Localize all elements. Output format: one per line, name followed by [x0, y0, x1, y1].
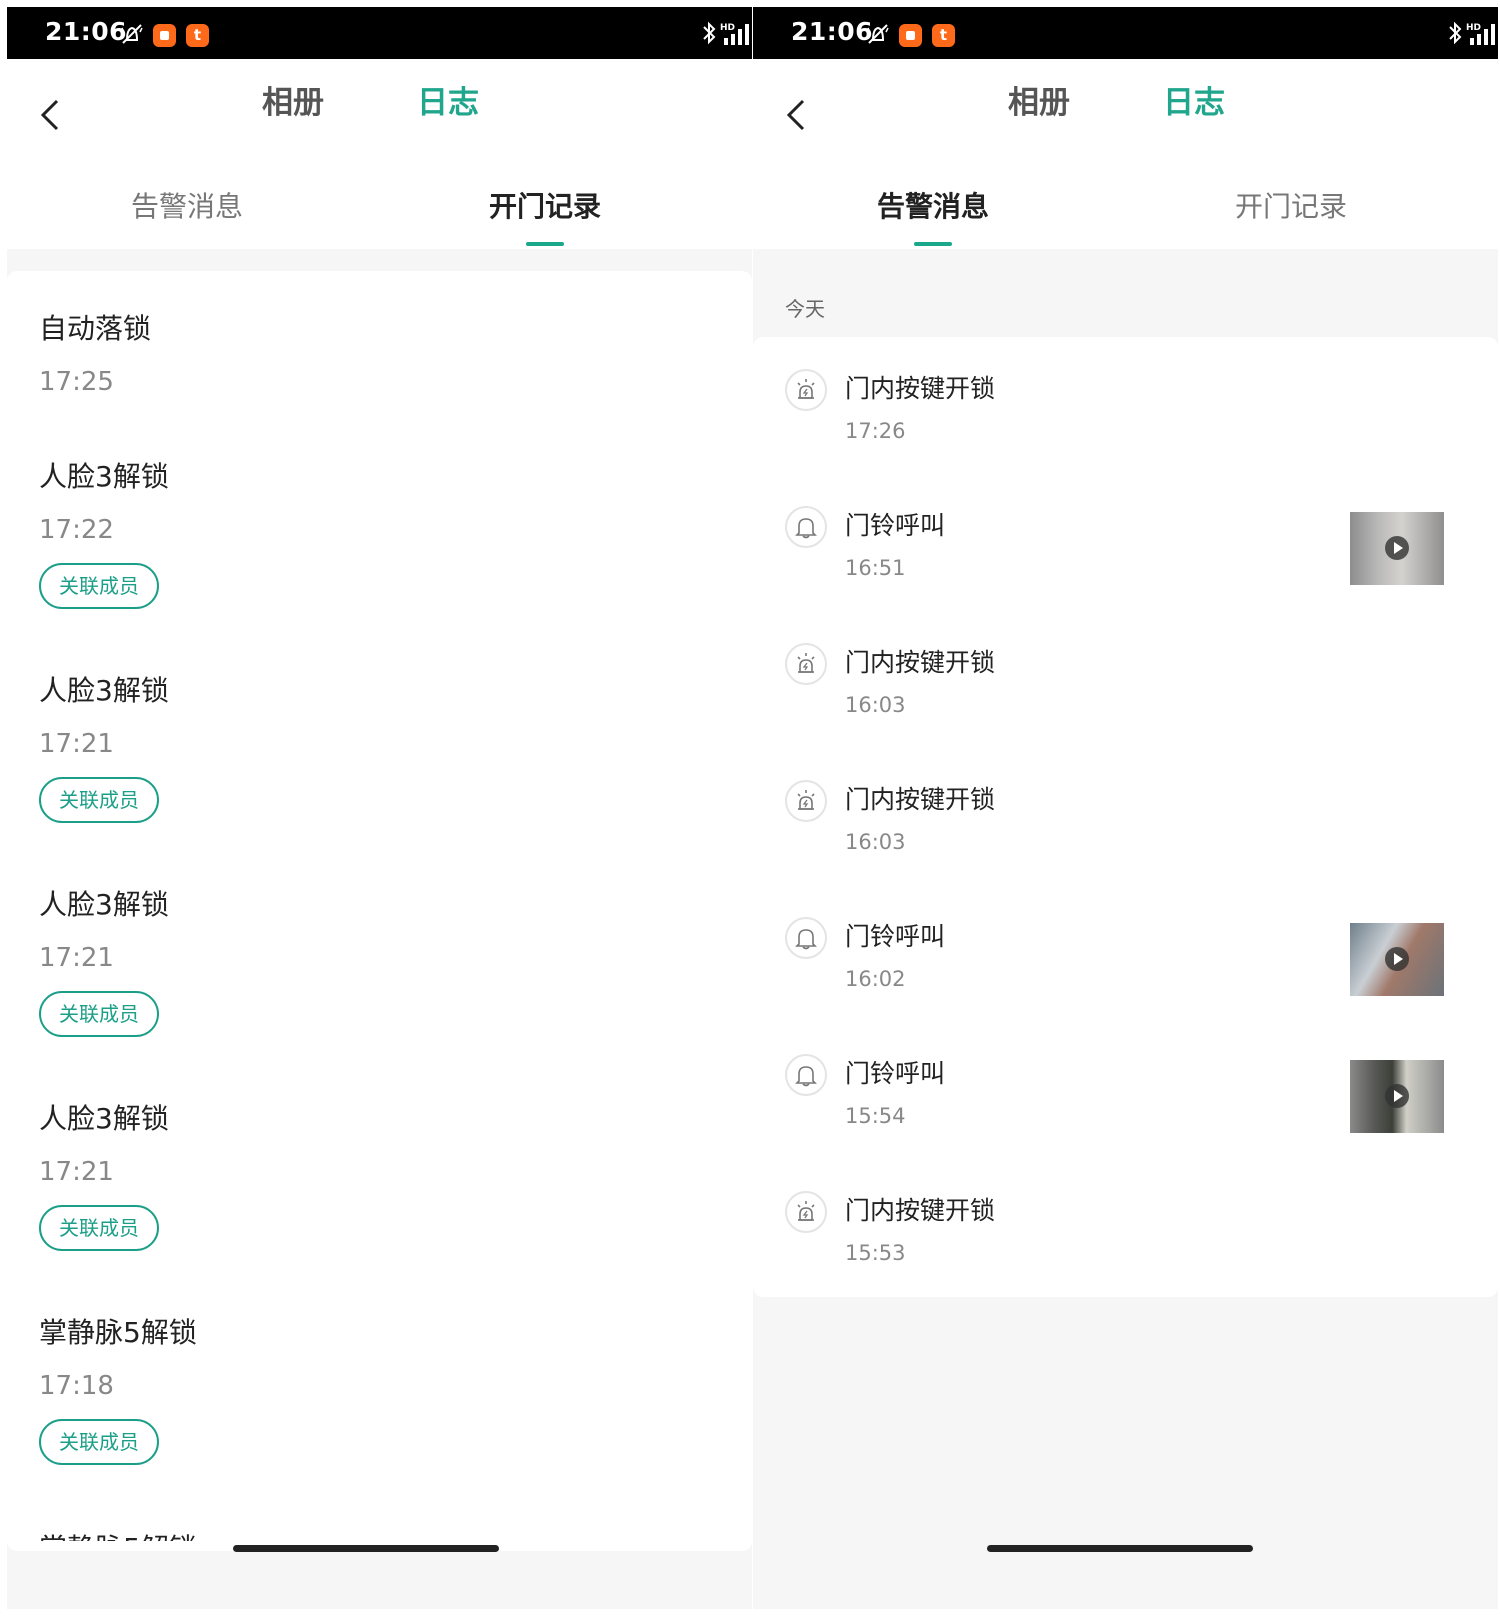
link-member-button[interactable]: 关联成员 — [39, 991, 159, 1037]
record-time: 17:21 — [39, 1157, 114, 1187]
bluetooth-icon — [703, 21, 716, 45]
record-time: 17:22 — [39, 515, 114, 545]
record-title: 人脸3解锁 — [39, 674, 169, 707]
list-item[interactable]: 掌静脉5解锁 17:18 关联成员 — [39, 1311, 197, 1465]
tab-log[interactable]: 日志 — [1163, 77, 1225, 122]
bluetooth-icon — [1449, 21, 1462, 45]
signal-icon: HD — [720, 23, 749, 45]
bell-icon — [785, 506, 827, 548]
alert-title: 门内按键开锁 — [845, 785, 996, 814]
tab-log[interactable]: 日志 — [417, 77, 479, 122]
list-item[interactable]: 自动落锁 17:25 — [39, 307, 151, 397]
home-indicator[interactable] — [233, 1545, 499, 1552]
record-time: 17:21 — [39, 943, 114, 973]
record-title: 人脸3解锁 — [39, 888, 169, 921]
svg-text:HD: HD — [720, 23, 735, 33]
status-time: 21:06 — [45, 17, 128, 46]
list-item[interactable]: 门铃呼叫 15:54 — [753, 1032, 1498, 1169]
play-icon — [1385, 1084, 1409, 1108]
alarm-icon — [785, 369, 827, 411]
record-time: 17:21 — [39, 729, 114, 759]
record-title: 掌静脉5解锁 — [39, 1527, 197, 1541]
list-item[interactable]: 门内按键开锁 15:53 — [753, 1169, 1498, 1306]
alert-time: 16:51 — [845, 556, 906, 580]
record-title: 掌静脉5解锁 — [39, 1316, 197, 1349]
link-member-button[interactable]: 关联成员 — [39, 777, 159, 823]
app-notification-icon — [153, 24, 176, 47]
subtab-alerts[interactable]: 告警消息 — [57, 185, 317, 225]
alert-time: 16:02 — [845, 967, 906, 991]
sub-tab-bar: 告警消息 开门记录 — [7, 157, 752, 249]
alarm-icon — [785, 1191, 827, 1233]
top-navigation: 相册 日志 — [753, 59, 1498, 159]
svg-text:HD: HD — [1466, 23, 1481, 33]
list-item[interactable]: 人脸3解锁 17:21 关联成员 — [39, 1097, 169, 1251]
video-thumbnail[interactable] — [1350, 1060, 1444, 1133]
home-indicator[interactable] — [987, 1545, 1253, 1552]
mute-icon — [121, 24, 143, 44]
alerts-list: 门内按键开锁 17:26 门铃呼叫 16:51 门内按键开锁 16:03 门内按… — [753, 337, 1498, 1297]
list-item[interactable]: 门内按键开锁 16:03 — [753, 758, 1498, 895]
top-navigation: 相册 日志 — [7, 59, 752, 159]
alert-title: 门内按键开锁 — [845, 648, 996, 677]
record-title: 人脸3解锁 — [39, 460, 169, 493]
tuya-app-icon: t — [186, 24, 209, 47]
alarm-icon — [785, 643, 827, 685]
screen-alerts: 21:06 t HD 31 相册 日志 告警消息 开门记录 今天 门内按键开锁 … — [753, 7, 1498, 1609]
alert-title: 门内按键开锁 — [845, 374, 996, 403]
list-item[interactable]: 人脸3解锁 17:21 关联成员 — [39, 669, 169, 823]
video-thumbnail[interactable] — [1350, 512, 1444, 585]
list-item[interactable]: 人脸3解锁 17:21 关联成员 — [39, 883, 169, 1037]
list-item[interactable]: 门铃呼叫 16:02 — [753, 895, 1498, 1032]
list-item[interactable]: 人脸3解锁 17:22 关联成员 — [39, 455, 169, 609]
alert-time: 16:03 — [845, 830, 906, 854]
alert-time: 16:03 — [845, 693, 906, 717]
subtab-door-records[interactable]: 开门记录 — [1161, 185, 1421, 225]
screen-door-records: 21:06 t HD 31 相册 日志 今天 告警消息 开门记录 自动落锁 17… — [7, 7, 752, 1609]
alert-title: 门铃呼叫 — [845, 1059, 946, 1088]
alert-title: 门铃呼叫 — [845, 922, 946, 951]
back-arrow-icon[interactable] — [37, 95, 63, 135]
list-item[interactable]: 门内按键开锁 16:03 — [753, 621, 1498, 758]
play-icon — [1385, 947, 1409, 971]
alert-time: 15:54 — [845, 1104, 906, 1128]
subtab-door-records[interactable]: 开门记录 — [415, 185, 675, 225]
status-bar: 21:06 t HD 31 — [753, 7, 1498, 59]
play-icon — [1385, 536, 1409, 560]
mute-icon — [867, 24, 889, 44]
tab-album[interactable]: 相册 — [1008, 77, 1070, 122]
alert-time: 15:53 — [845, 1241, 906, 1265]
link-member-button[interactable]: 关联成员 — [39, 1205, 159, 1251]
bell-icon — [785, 1054, 827, 1096]
list-item-partial[interactable]: 掌静脉5解锁 — [39, 1527, 197, 1541]
list-item[interactable]: 门铃呼叫 16:51 — [753, 484, 1498, 621]
active-tab-indicator — [526, 242, 564, 246]
alarm-icon — [785, 780, 827, 822]
alert-title: 门铃呼叫 — [845, 511, 946, 540]
record-title: 人脸3解锁 — [39, 1102, 169, 1135]
active-tab-indicator — [914, 242, 952, 246]
alert-time: 17:26 — [845, 419, 906, 443]
record-time: 17:25 — [39, 367, 114, 397]
subtab-alerts[interactable]: 告警消息 — [803, 185, 1063, 225]
record-time: 17:18 — [39, 1371, 114, 1401]
record-title: 自动落锁 — [39, 312, 152, 345]
alert-title: 门内按键开锁 — [845, 1196, 996, 1225]
list-item[interactable]: 门内按键开锁 17:26 — [753, 347, 1498, 484]
sub-tab-bar: 告警消息 开门记录 — [753, 157, 1498, 249]
video-thumbnail[interactable] — [1350, 923, 1444, 996]
app-notification-icon — [899, 24, 922, 47]
link-member-button[interactable]: 关联成员 — [39, 563, 159, 609]
date-header: 今天 — [785, 297, 825, 321]
link-member-button[interactable]: 关联成员 — [39, 1419, 159, 1465]
status-bar: 21:06 t HD 31 — [7, 7, 752, 59]
tab-album[interactable]: 相册 — [262, 77, 324, 122]
back-arrow-icon[interactable] — [783, 95, 809, 135]
status-time: 21:06 — [791, 17, 874, 46]
tuya-app-icon: t — [932, 24, 955, 47]
bell-icon — [785, 917, 827, 959]
signal-icon: HD — [1466, 23, 1495, 45]
